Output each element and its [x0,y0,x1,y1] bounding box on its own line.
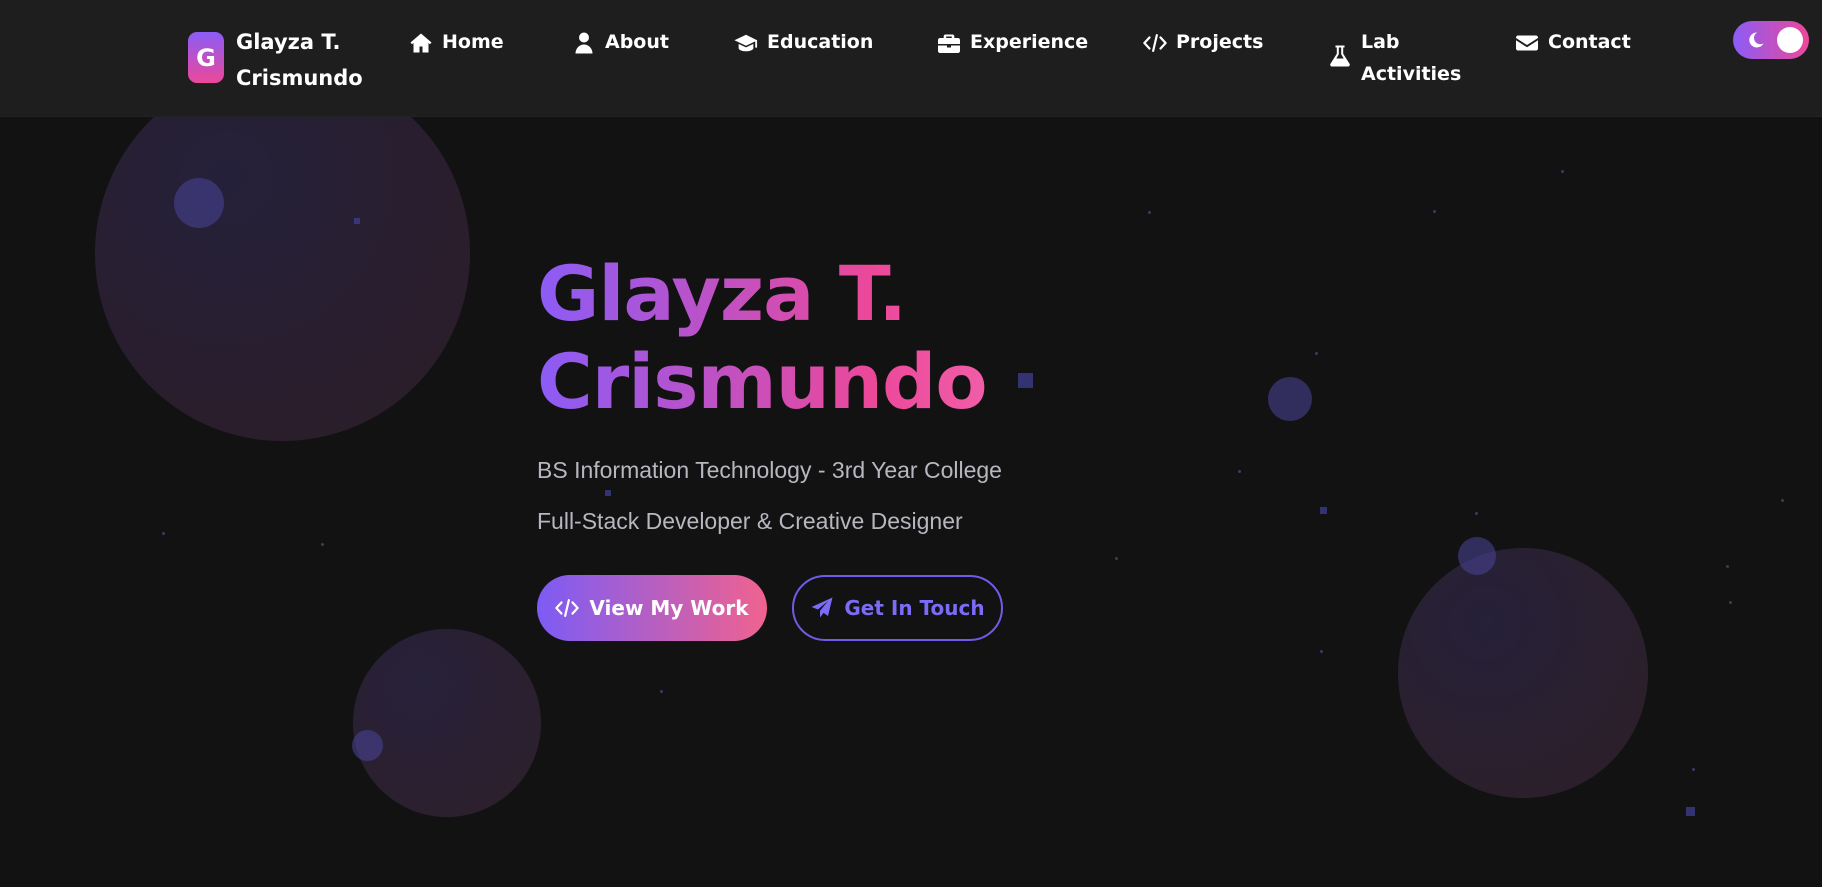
decor-square [1320,507,1327,514]
envelope-icon [1516,35,1538,51]
nav-label: Lab Activities [1361,31,1462,85]
code-icon [1143,34,1167,52]
decor-star [1320,650,1323,653]
decor-star [321,543,324,546]
brand-logo: G [188,32,224,83]
decor-star [1475,512,1478,515]
nav-item-contact[interactable]: Contact [1515,26,1631,58]
navbar: G Glayza T. Crismundo Home About Educati… [0,0,1822,117]
nav-label: Home [442,31,504,53]
decor-square [354,218,360,224]
decor-star [1315,352,1318,355]
flask-icon [1330,45,1350,67]
decor-circle [1398,548,1648,798]
decor-square [605,490,611,496]
decor-square [1686,807,1695,816]
nav-label: About [605,31,669,53]
nav-item-lab-activities[interactable]: Lab Activities [1328,26,1461,90]
decor-star [1692,768,1695,771]
decor-bubble [1268,377,1312,421]
decor-star [1729,601,1732,604]
nav-label: Projects [1176,31,1264,53]
decor-star [1781,499,1784,502]
nav-item-education[interactable]: Education [734,26,873,58]
nav-label: Contact [1548,31,1631,53]
decor-bubble [1458,537,1496,575]
decor-star [1561,170,1564,173]
decor-circle [95,66,470,441]
code-icon [555,599,580,617]
decor-bubble [352,730,383,761]
decor-star [1433,210,1436,213]
paper-plane-icon [811,597,833,618]
toggle-knob [1777,27,1803,53]
nav-item-about[interactable]: About [572,26,669,58]
moon-icon [1749,32,1764,48]
hero-tagline: Full-Stack Developer & Creative Designer [537,508,963,534]
home-icon [410,33,432,53]
hero-subtitle: BS Information Technology - 3rd Year Col… [537,457,1002,483]
decor-star [1148,211,1151,214]
nav-label: Experience [970,31,1089,53]
hero-title: Glayza T. Crismundo [537,250,1097,426]
decor-bubble [174,178,224,228]
brand[interactable]: G Glayza T. Crismundo [188,24,366,96]
button-label: Get In Touch [844,596,985,620]
decor-star [1726,565,1729,568]
nav-item-projects[interactable]: Projects [1143,26,1263,58]
get-in-touch-button[interactable]: Get In Touch [792,575,1003,641]
button-label: View My Work [589,596,749,620]
briefcase-icon [938,34,960,53]
brand-name: Glayza T. Crismundo [236,30,363,90]
decor-star [1238,470,1241,473]
decor-star [1115,557,1118,560]
nav-item-experience[interactable]: Experience [937,26,1088,58]
view-my-work-button[interactable]: View My Work [537,575,767,641]
decor-star [162,532,165,535]
theme-toggle[interactable] [1733,21,1809,59]
nav-item-home[interactable]: Home [409,26,504,58]
graduation-cap-icon [734,34,758,52]
nav-label: Education [767,31,874,53]
decor-star [660,690,663,693]
user-icon [575,32,593,54]
decor-circle [353,629,541,817]
